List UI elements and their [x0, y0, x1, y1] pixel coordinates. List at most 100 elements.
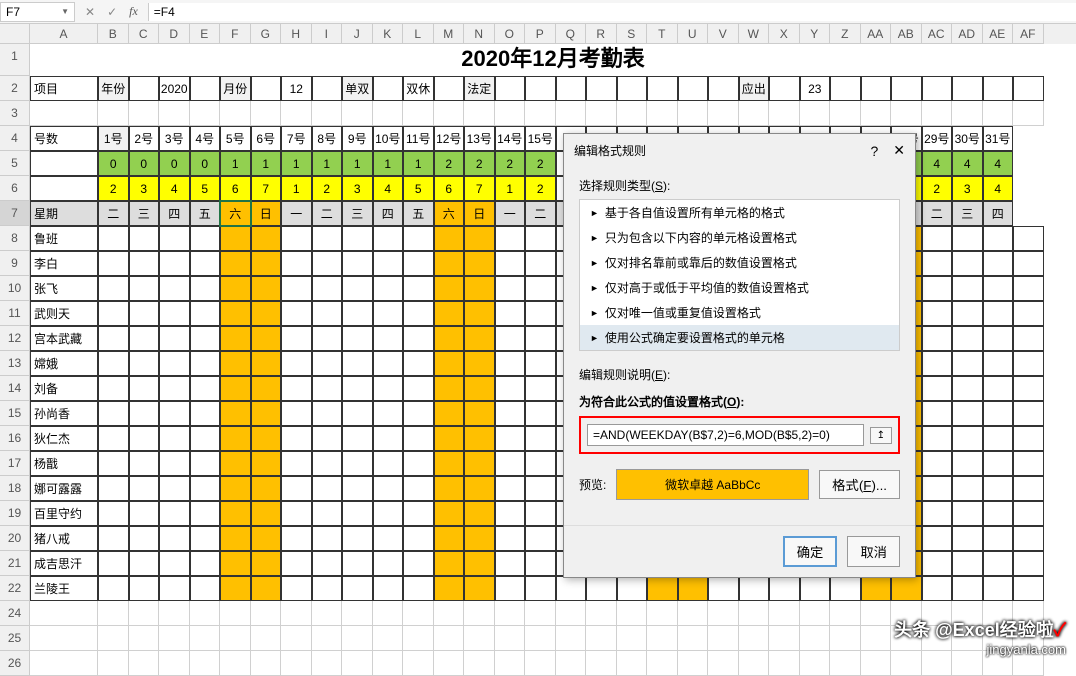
attendance-cell[interactable]	[983, 301, 1014, 326]
cell[interactable]	[159, 601, 190, 626]
attendance-cell[interactable]	[983, 351, 1014, 376]
attendance-cell[interactable]	[983, 426, 1014, 451]
column-header[interactable]: AB	[891, 24, 922, 44]
attendance-cell[interactable]	[678, 576, 709, 601]
cell[interactable]	[30, 651, 98, 676]
cell[interactable]: 3	[952, 176, 983, 201]
cell[interactable]	[220, 601, 251, 626]
attendance-cell[interactable]	[434, 326, 465, 351]
row-header[interactable]: 4	[0, 126, 30, 151]
cell[interactable]	[922, 101, 953, 126]
attendance-cell[interactable]	[159, 326, 190, 351]
attendance-cell[interactable]	[98, 576, 129, 601]
cell[interactable]	[861, 76, 892, 101]
attendance-cell[interactable]	[464, 576, 495, 601]
attendance-cell[interactable]	[129, 451, 160, 476]
attendance-cell[interactable]	[403, 451, 434, 476]
ok-button[interactable]: 确定	[783, 536, 838, 567]
attendance-cell[interactable]	[129, 376, 160, 401]
attendance-cell[interactable]	[922, 526, 953, 551]
cell[interactable]: 6	[220, 176, 251, 201]
cell[interactable]: 2	[495, 151, 526, 176]
attendance-cell[interactable]	[495, 351, 526, 376]
rule-type-item[interactable]: ►只为包含以下内容的单元格设置格式	[580, 225, 899, 250]
column-header[interactable]: Y	[800, 24, 831, 44]
cell[interactable]: 0	[98, 151, 129, 176]
cell[interactable]	[861, 101, 892, 126]
cell[interactable]	[281, 626, 312, 651]
day-number[interactable]: 1号	[98, 126, 129, 151]
attendance-cell[interactable]	[434, 226, 465, 251]
attendance-cell[interactable]	[617, 576, 648, 601]
column-header[interactable]: N	[464, 24, 495, 44]
attendance-cell[interactable]	[312, 401, 343, 426]
cell[interactable]: 2	[98, 176, 129, 201]
attendance-cell[interactable]	[220, 351, 251, 376]
cell[interactable]: 0	[159, 151, 190, 176]
cell[interactable]	[708, 651, 739, 676]
cell[interactable]: 1	[342, 151, 373, 176]
attendance-cell[interactable]	[922, 501, 953, 526]
cell[interactable]	[251, 651, 282, 676]
attendance-cell[interactable]	[525, 551, 556, 576]
attendance-cell[interactable]	[159, 476, 190, 501]
column-header[interactable]: I	[312, 24, 343, 44]
attendance-cell[interactable]	[281, 326, 312, 351]
weekday-cell[interactable]: 六	[434, 201, 465, 226]
cell[interactable]	[800, 601, 831, 626]
weekday-cell[interactable]: 二	[922, 201, 953, 226]
attendance-cell[interactable]	[281, 476, 312, 501]
attendance-cell[interactable]	[952, 576, 983, 601]
weekday-cell[interactable]: 日	[464, 201, 495, 226]
attendance-cell[interactable]	[495, 526, 526, 551]
attendance-cell[interactable]	[98, 551, 129, 576]
cell[interactable]: 4	[952, 151, 983, 176]
cell[interactable]	[769, 626, 800, 651]
attendance-cell[interactable]	[403, 476, 434, 501]
cell[interactable]	[495, 101, 526, 126]
cell[interactable]: 1	[220, 151, 251, 176]
attendance-cell[interactable]	[373, 426, 404, 451]
weekday-cell[interactable]: 四	[983, 201, 1014, 226]
cell[interactable]: 0	[190, 151, 221, 176]
column-header[interactable]: AC	[922, 24, 953, 44]
weekday-cell[interactable]: 日	[251, 201, 282, 226]
cell[interactable]	[129, 651, 160, 676]
attendance-cell[interactable]	[251, 326, 282, 351]
attendance-cell[interactable]	[525, 301, 556, 326]
attendance-cell[interactable]	[495, 226, 526, 251]
column-header[interactable]: W	[739, 24, 770, 44]
cell[interactable]	[190, 76, 221, 101]
attendance-cell[interactable]	[983, 326, 1014, 351]
attendance-cell[interactable]	[983, 576, 1014, 601]
attendance-cell[interactable]	[434, 426, 465, 451]
attendance-cell[interactable]	[922, 426, 953, 451]
attendance-cell[interactable]	[98, 526, 129, 551]
column-header[interactable]: T	[647, 24, 678, 44]
attendance-cell[interactable]	[220, 376, 251, 401]
attendance-cell[interactable]	[312, 226, 343, 251]
attendance-cell[interactable]	[922, 226, 953, 251]
attendance-cell[interactable]	[495, 476, 526, 501]
attendance-cell[interactable]	[464, 501, 495, 526]
day-number[interactable]: 14号	[495, 126, 526, 151]
column-header[interactable]: X	[769, 24, 800, 44]
attendance-cell[interactable]	[159, 301, 190, 326]
attendance-cell[interactable]	[983, 376, 1014, 401]
attendance-cell[interactable]	[159, 226, 190, 251]
attendance-cell[interactable]	[861, 576, 892, 601]
cell[interactable]	[464, 651, 495, 676]
attendance-cell[interactable]	[495, 251, 526, 276]
weekday-cell[interactable]: 一	[495, 201, 526, 226]
name-box[interactable]: F7 ▼	[0, 2, 75, 22]
column-header[interactable]: M	[434, 24, 465, 44]
attendance-cell[interactable]	[1013, 451, 1044, 476]
attendance-cell[interactable]	[251, 476, 282, 501]
cell[interactable]	[30, 601, 98, 626]
attendance-cell[interactable]	[922, 276, 953, 301]
attendance-cell[interactable]	[373, 276, 404, 301]
attendance-cell[interactable]	[98, 276, 129, 301]
cell[interactable]: 1	[251, 151, 282, 176]
cell[interactable]	[464, 626, 495, 651]
attendance-cell[interactable]	[251, 551, 282, 576]
